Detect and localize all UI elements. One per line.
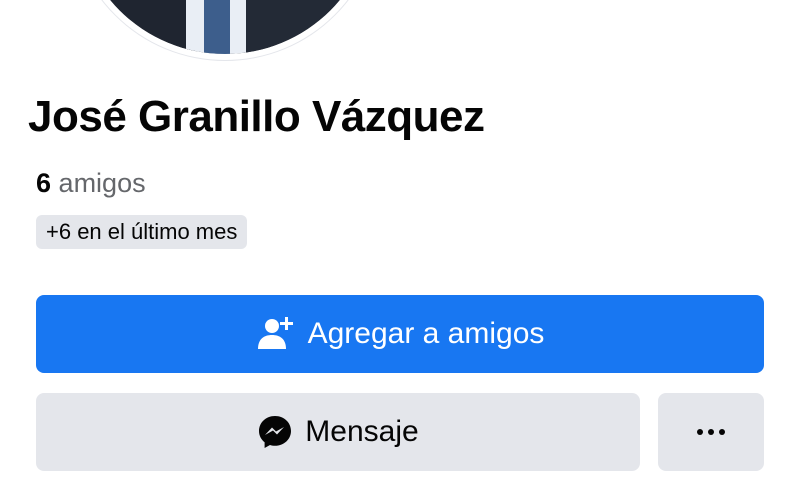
friends-count-label: amigos [58,168,146,198]
avatar-tie [204,0,230,54]
add-friend-button[interactable]: Agregar a amigos [36,295,764,373]
recent-friends-badge: +6 en el último mes [36,215,248,249]
message-button[interactable]: Mensaje [36,393,640,471]
profile-page: José Granillo Vázquez 6 amigos +6 en el … [0,0,800,500]
friends-count[interactable]: 6 amigos [36,168,146,199]
messenger-icon [257,414,293,450]
profile-name: José Granillo Vázquez [28,92,485,141]
profile-photo-frame[interactable] [70,0,380,60]
avatar-suit-right [244,0,374,54]
add-friend-icon [256,315,294,353]
more-dots-icon [697,429,725,435]
friends-count-number: 6 [36,168,52,198]
add-friend-label: Agregar a amigos [307,317,545,350]
avatar-suit-left [76,0,196,54]
message-label: Mensaje [305,415,419,448]
more-options-button[interactable] [658,393,764,471]
avatar[interactable] [76,0,374,54]
